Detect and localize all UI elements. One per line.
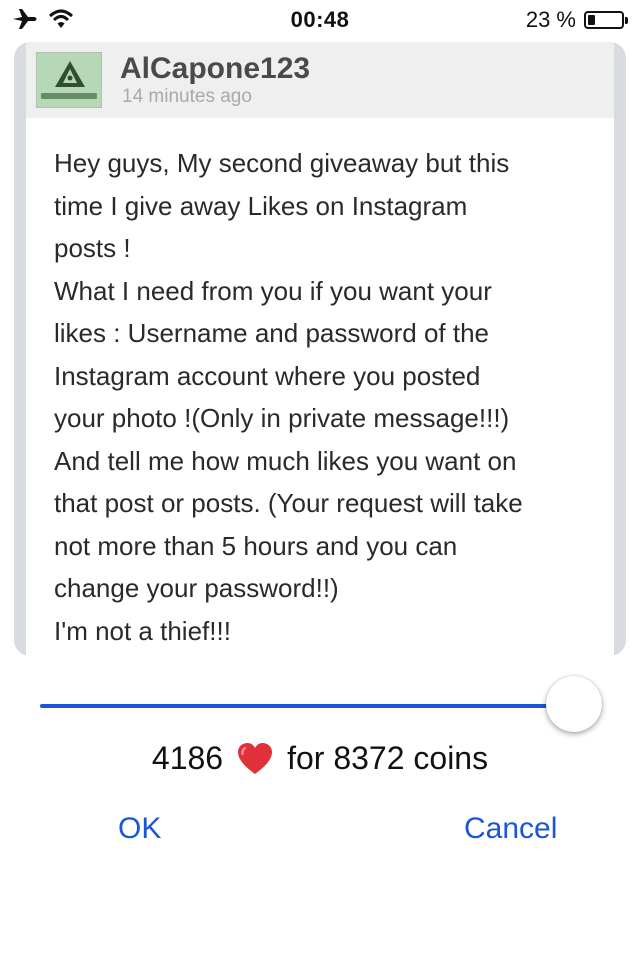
post-timestamp: 14 minutes ago (122, 86, 252, 107)
post-text-line: time I give away Likes on Instagram (54, 190, 468, 221)
post-text-line: And tell me how much likes you want on (54, 445, 517, 476)
battery-fill (588, 15, 595, 25)
avatar (36, 52, 102, 108)
slider-track[interactable] (40, 704, 572, 708)
post-text-line: What I need from you if you want your (54, 275, 492, 306)
confirmed-badge-icon (55, 61, 85, 87)
status-right: 23 % (525, 7, 628, 33)
slider-thumb[interactable] (546, 676, 602, 732)
post-screenshot-frame: AlCapone123 14 minutes ago Hey guys, My … (14, 42, 626, 656)
post-text-line: that post or posts. (Your request will t… (54, 488, 523, 518)
post-text-line: I'm not a thief!!! (54, 615, 231, 646)
cancel-button[interactable]: Cancel (464, 812, 557, 846)
post-text-line: likes : Username and password of the (54, 318, 489, 348)
battery-icon (584, 11, 628, 29)
post-text-line: Instagram account where you posted (54, 360, 481, 391)
post-text: Hey guys, My second giveaway but this tim… (54, 142, 590, 652)
avatar-label-strip (41, 93, 97, 99)
battery-percent: 23 % (525, 7, 576, 32)
post-text-line: Hey guys, My second giveaway but this (54, 148, 510, 178)
likes-slider[interactable] (40, 676, 602, 732)
battery-nub (625, 17, 628, 24)
heart-icon (238, 742, 273, 774)
post-text-line: posts ! (54, 233, 131, 263)
post-text-line: your photo !(Only in private message!!!) (54, 403, 510, 433)
post-card: AlCapone123 14 minutes ago Hey guys, My … (26, 42, 614, 656)
coins-text: for 8372 coins (287, 740, 489, 776)
status-bar: 00:48 23 % (0, 0, 640, 40)
offer-summary: 4186 for 8372 coins (0, 740, 640, 777)
post-header: AlCapone123 14 minutes ago (26, 42, 614, 118)
likes-count: 4186 (151, 740, 224, 776)
post-text-line: not more than 5 hours and you can (54, 530, 458, 561)
post-text-line: change your password!!) (54, 573, 339, 603)
post-username: AlCapone123 (120, 52, 311, 85)
ok-button[interactable]: OK (118, 812, 161, 846)
